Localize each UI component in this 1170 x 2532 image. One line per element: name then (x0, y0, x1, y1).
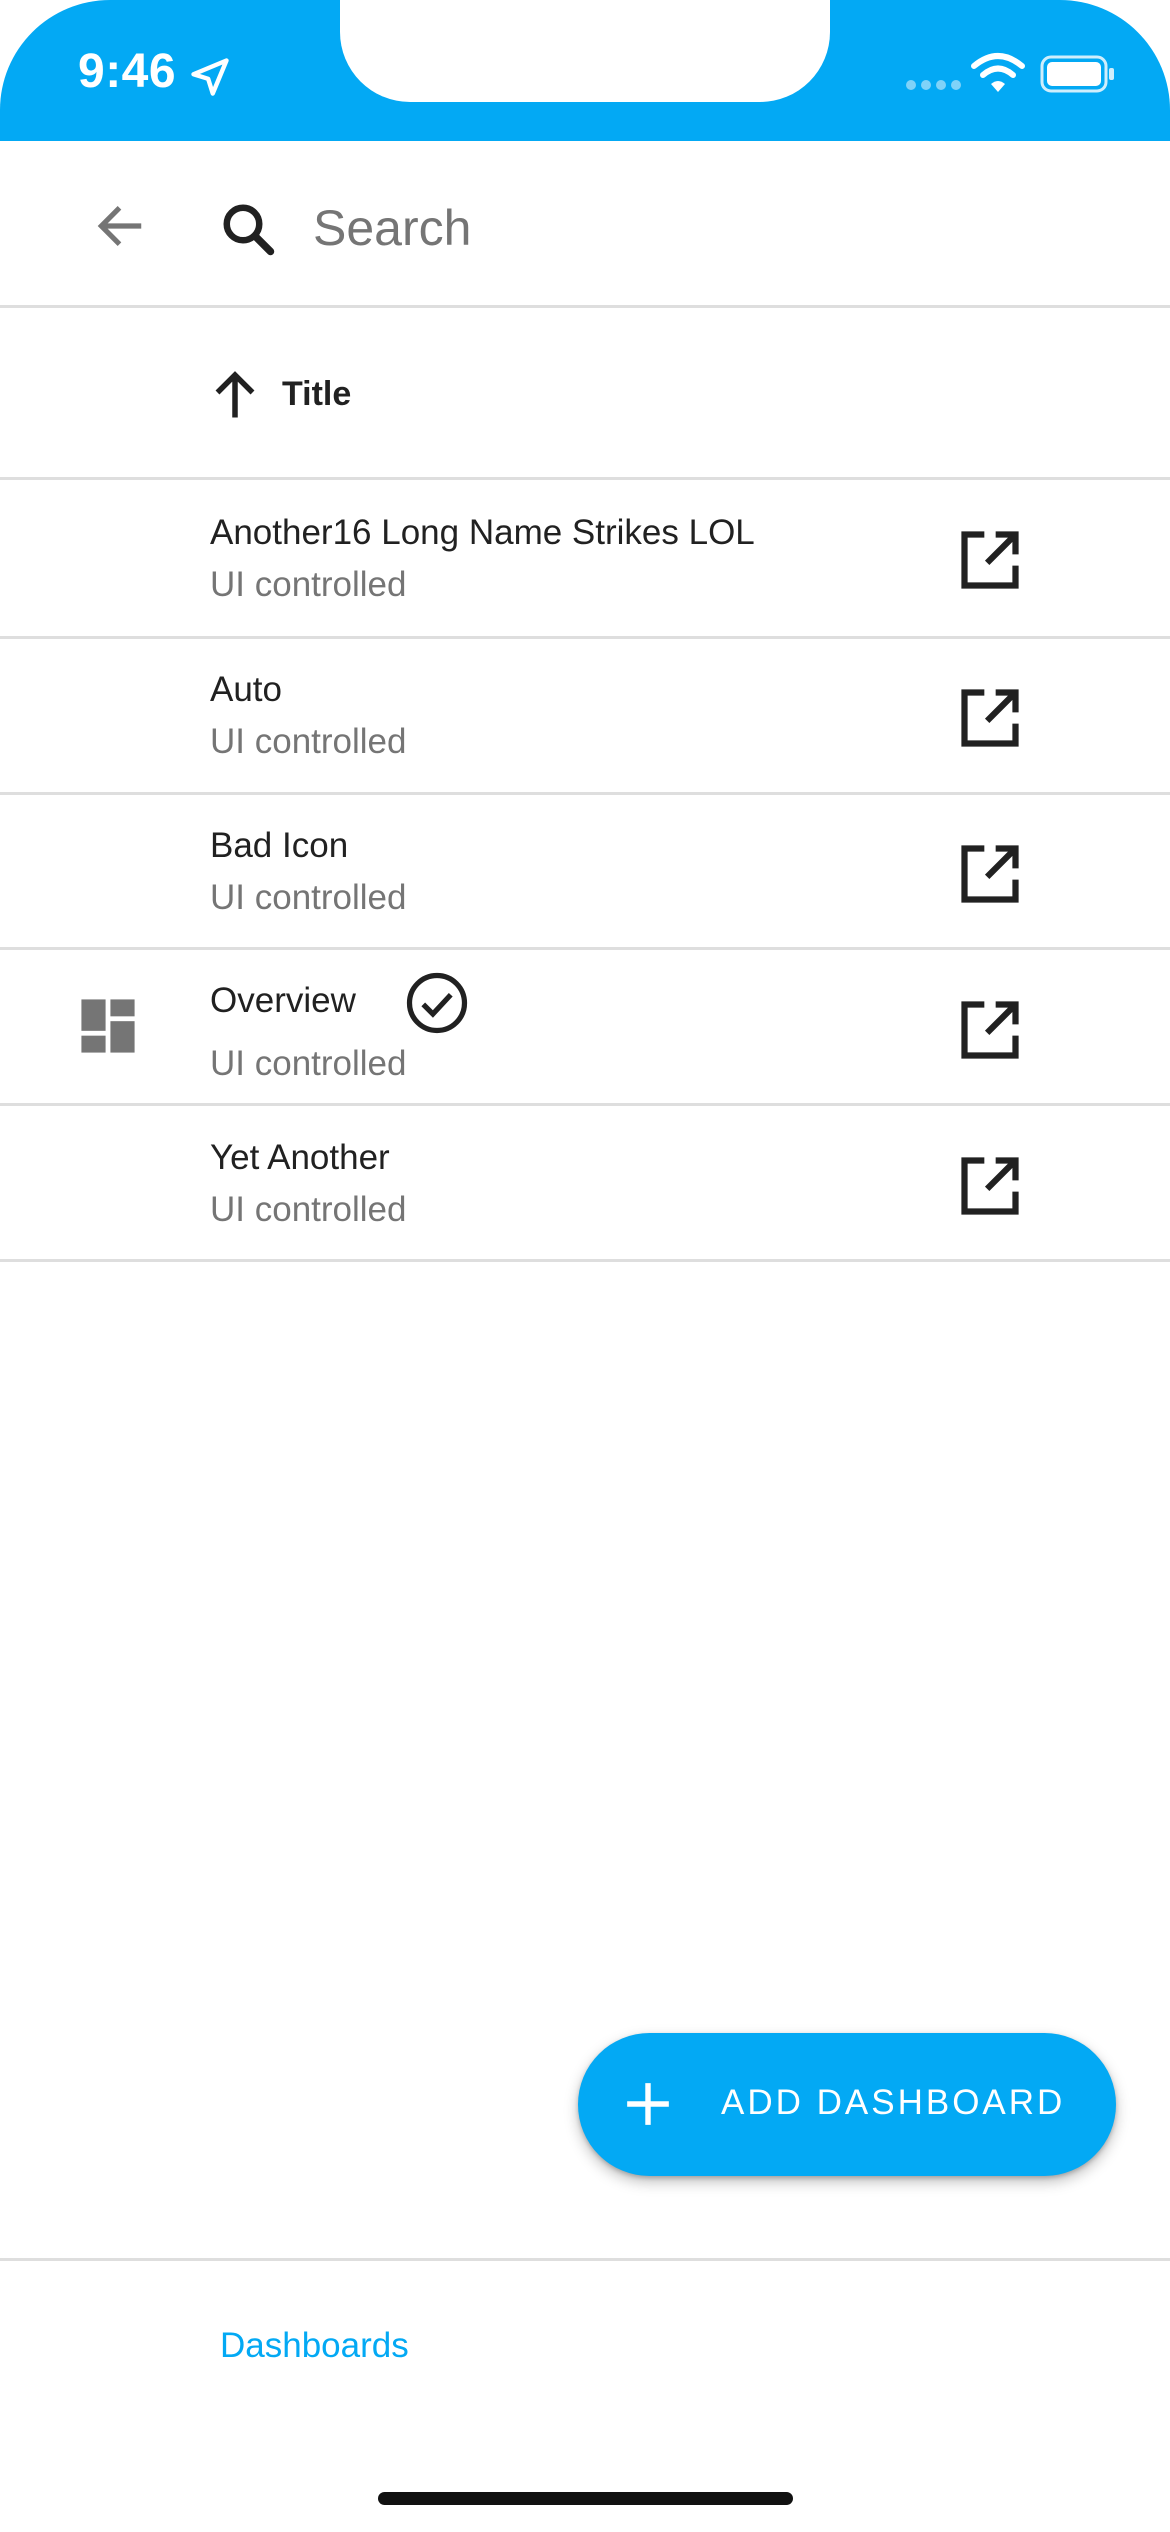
dashboard-subtitle: UI controlled (210, 878, 407, 917)
arrow-up-icon (215, 371, 255, 418)
divider (0, 477, 1170, 480)
location-arrow-icon (191, 58, 229, 96)
divider (0, 792, 1170, 795)
open-in-new-icon[interactable] (956, 1152, 1024, 1220)
dashboard-title: Another16 Long Name Strikes LOL (210, 513, 755, 552)
plus-icon (627, 2083, 669, 2125)
open-in-new-icon[interactable] (956, 840, 1024, 908)
cellular-signal-icon (906, 80, 961, 90)
battery-icon (1040, 55, 1114, 93)
check-circle-icon (406, 972, 468, 1034)
dashboard-subtitle: UI controlled (210, 565, 407, 604)
dashboard-title: Overview (210, 981, 356, 1020)
open-in-new-icon[interactable] (956, 526, 1024, 594)
wifi-icon (971, 53, 1025, 92)
dashboard-icon (81, 999, 135, 1053)
sort-label: Title (282, 375, 352, 413)
home-indicator (378, 2492, 793, 2505)
back-arrow-icon[interactable] (92, 198, 148, 254)
add-dashboard-button[interactable]: ADD DASHBOARD (578, 2033, 1116, 2176)
search-icon (223, 204, 275, 256)
add-dashboard-label: ADD DASHBOARD (721, 2083, 1066, 2122)
bottom-nav-divider (0, 2258, 1170, 2261)
divider (0, 1259, 1170, 1262)
dashboard-title: Bad Icon (210, 826, 349, 865)
search-header: Search (0, 141, 1170, 307)
dashboard-title: Yet Another (210, 1138, 390, 1177)
divider (0, 636, 1170, 639)
divider (0, 947, 1170, 950)
divider (0, 1103, 1170, 1106)
dashboard-subtitle: UI controlled (210, 722, 407, 761)
tab-dashboards[interactable]: Dashboards (220, 2326, 409, 2366)
dashboard-subtitle: UI controlled (210, 1044, 407, 1083)
open-in-new-icon[interactable] (956, 996, 1024, 1064)
dashboard-subtitle: UI controlled (210, 1190, 407, 1229)
search-input[interactable]: Search (313, 199, 471, 257)
open-in-new-icon[interactable] (956, 684, 1024, 752)
dashboard-title: Auto (210, 670, 282, 709)
divider (0, 305, 1170, 308)
status-time: 9:46 (78, 45, 177, 98)
notch (340, 0, 830, 102)
status-bar: 9:46 (0, 0, 1170, 141)
